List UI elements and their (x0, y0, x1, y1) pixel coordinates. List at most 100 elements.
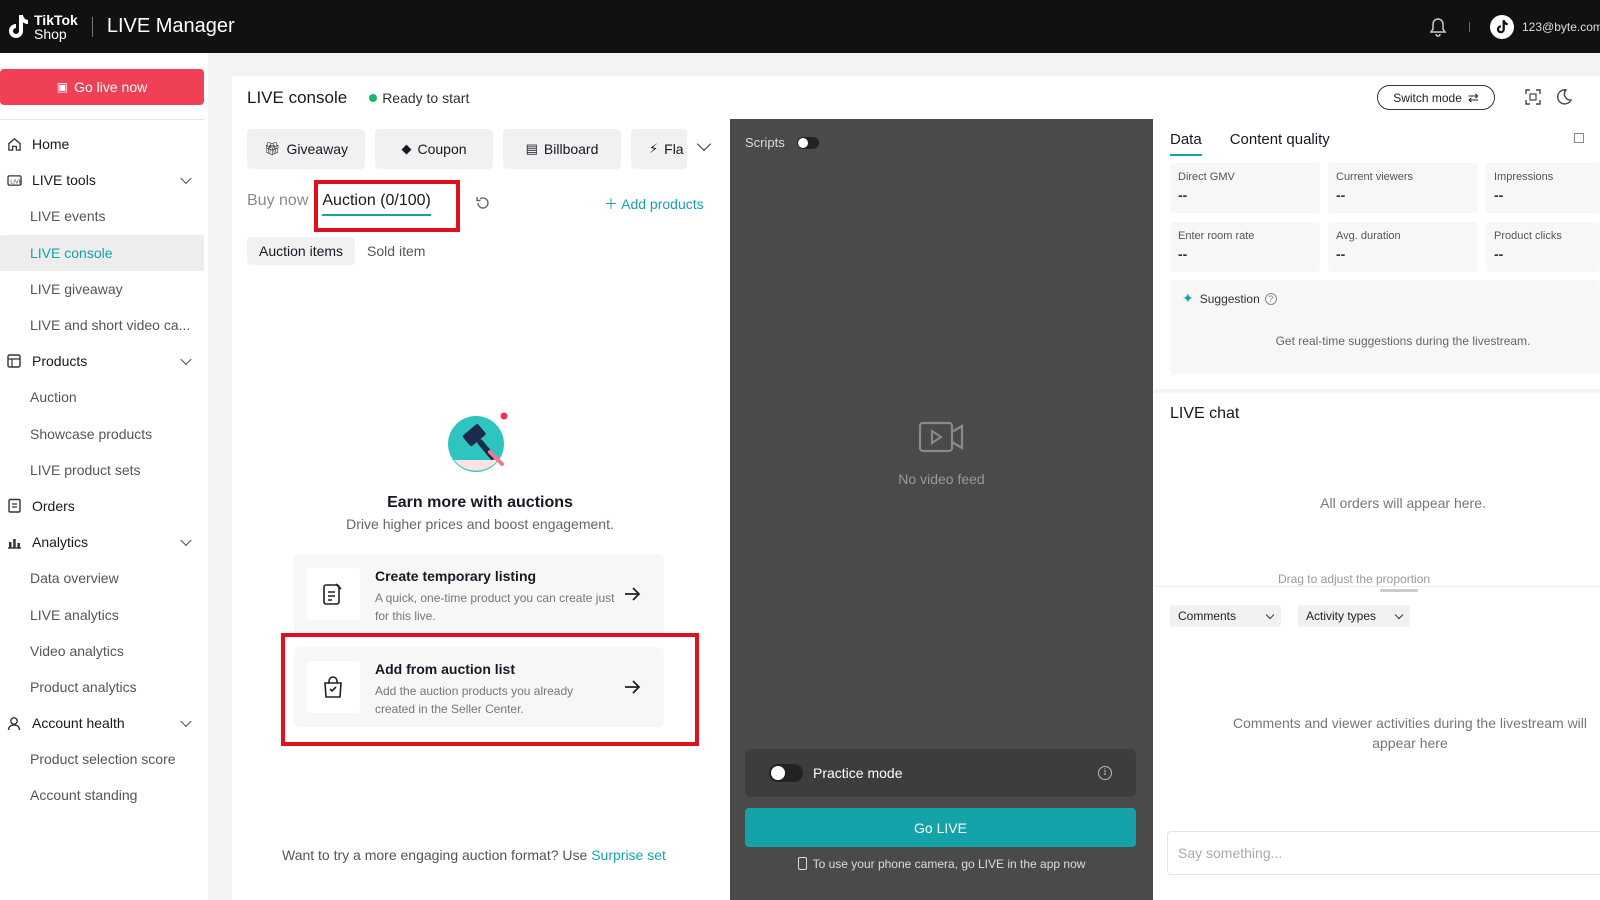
sidebar-item-live-events[interactable]: LIVE events (0, 198, 204, 234)
comments-empty-line-2: appear here (1372, 735, 1448, 751)
chevron-down-icon[interactable] (180, 534, 192, 547)
metric-current-viewers: Current viewers -- (1328, 163, 1478, 213)
sidebar-item-auction[interactable]: Auction (0, 379, 204, 415)
option-description: A quick, one-time product you can create… (375, 591, 615, 623)
sidebar-item-live-tools[interactable]: LIVE LIVE tools (0, 162, 204, 198)
sidebar-item-home[interactable]: Home (0, 126, 204, 162)
tiktok-shop-logo[interactable]: TikTok Shop (6, 13, 78, 41)
fullscreen-icon[interactable] (1525, 89, 1541, 105)
console-header: LIVE console Ready to start Switch mode … (232, 76, 1600, 120)
live-tools-row: 🎁︎ Giveaway ◆ Coupon ▤ Billboard ⚡︎ Fla (247, 129, 697, 169)
bell-icon[interactable] (1429, 17, 1447, 37)
sidebar-item-live-product-sets[interactable]: LIVE product sets (0, 452, 204, 488)
expand-icon[interactable] (1574, 133, 1584, 143)
metric-value: -- (1494, 246, 1504, 262)
switch-mode-button[interactable]: Switch mode ⇄ (1377, 85, 1495, 110)
live-tools-icon: LIVE (6, 172, 22, 188)
sidebar-item-live-console[interactable]: LIVE console (0, 234, 204, 271)
chevron-down-icon[interactable] (180, 353, 192, 366)
phone-note-text: To use your phone camera, go LIVE in the… (812, 857, 1086, 871)
sidebar-item-products[interactable]: Products (0, 343, 204, 379)
sidebar-item-live-short-video[interactable]: LIVE and short video ca... (0, 307, 204, 343)
chevron-down-icon[interactable] (180, 173, 192, 185)
auction-gavel-icon (448, 412, 508, 472)
empty-state-title: Earn more with auctions (387, 494, 573, 511)
avatar[interactable] (1490, 14, 1514, 39)
account-email[interactable]: 123@byte.com (1522, 20, 1600, 34)
sidebar-item-label: Video analytics (30, 642, 124, 659)
sidebar-item-live-analytics[interactable]: LIVE analytics (0, 596, 204, 632)
flash-sale-button[interactable]: ⚡︎ Fla (631, 129, 687, 169)
sidebar-item-product-selection-score[interactable]: Product selection score (0, 741, 204, 777)
billboard-button[interactable]: ▤ Billboard (503, 129, 621, 169)
sidebar-item-account-health[interactable]: Account health (0, 705, 204, 741)
metric-label: Product clicks (1494, 230, 1562, 242)
account-health-icon (6, 715, 22, 731)
sidebar-item-video-analytics[interactable]: Video analytics (0, 633, 204, 669)
go-live-button[interactable]: Go LIVE (745, 808, 1136, 847)
coupon-button[interactable]: ◆ Coupon (375, 129, 493, 169)
metric-value: -- (1494, 187, 1504, 203)
sidebar-item-live-giveaway[interactable]: LIVE giveaway (0, 271, 204, 307)
scripts-label: Scripts (745, 135, 785, 150)
tab-buy-now[interactable]: Buy now (247, 192, 308, 210)
panel-divider (1154, 389, 1600, 393)
status-dot-icon (369, 94, 378, 102)
drag-handle[interactable] (1380, 589, 1418, 592)
sidebar-item-label: LIVE console (30, 244, 113, 261)
metric-avg-duration: Avg. duration -- (1328, 222, 1478, 272)
highlight-box-add-from-auction-list (281, 633, 699, 746)
sidebar-item-product-analytics[interactable]: Product analytics (0, 669, 204, 705)
sidebar-item-showcase-products[interactable]: Showcase products (0, 416, 204, 452)
create-temporary-listing-card[interactable]: Create temporary listing A quick, one-ti… (294, 554, 664, 634)
brand-text: TikTok Shop (34, 13, 78, 41)
svg-text:LIVE: LIVE (10, 179, 22, 185)
surprise-set-link[interactable]: Surprise set (591, 847, 666, 863)
page-title: LIVE console (247, 88, 348, 107)
billboard-icon: ▤ (525, 141, 538, 156)
chevron-down-icon[interactable] (696, 136, 712, 152)
chevron-down-icon[interactable] (180, 715, 192, 728)
status-text: Ready to start (382, 90, 470, 106)
no-video-feed-text: No video feed (898, 471, 985, 487)
sidebar-item-account-standing[interactable]: Account standing (0, 777, 204, 813)
comments-empty-text: Comments and viewer activities during th… (1210, 713, 1600, 753)
sidebar-item-label: Products (32, 353, 88, 370)
tab-sold-item[interactable]: Sold item (355, 237, 437, 265)
tab-content-quality[interactable]: Content quality (1230, 131, 1330, 148)
option-title: Create temporary listing (375, 568, 537, 584)
chat-message-input[interactable] (1167, 831, 1600, 875)
lightning-icon: ⚡︎ (649, 141, 659, 156)
switch-mode-label: Switch mode (1393, 90, 1462, 105)
sidebar-item-analytics[interactable]: Analytics (0, 524, 204, 560)
sidebar-nav: Home LIVE LIVE tools LIVE events LIVE co… (0, 126, 208, 814)
theme-moon-icon[interactable] (1556, 89, 1572, 105)
arrow-right-icon[interactable] (622, 584, 642, 604)
go-live-now-button[interactable]: ▣ Go live now (0, 69, 204, 105)
sparkle-icon: ✦ (1182, 290, 1194, 306)
practice-mode-label: Practice mode (813, 765, 903, 781)
sidebar-item-orders[interactable]: Orders (0, 488, 204, 524)
tiktok-logo-icon (9, 14, 28, 38)
scripts-toggle[interactable] (796, 136, 819, 149)
info-icon[interactable]: i (1098, 766, 1112, 780)
tab-data[interactable]: Data (1170, 131, 1202, 156)
help-icon[interactable]: ? (1264, 292, 1277, 305)
activity-types-dropdown[interactable]: Activity types (1298, 605, 1410, 627)
coupon-icon: ◆ (401, 141, 412, 156)
sidebar-item-data-overview[interactable]: Data overview (0, 560, 204, 596)
add-products-button[interactable]: ＋ Add products (604, 194, 704, 214)
practice-mode-toggle[interactable] (769, 764, 803, 782)
brand-line-1: TikTok (34, 11, 78, 28)
sidebar-item-label: LIVE events (30, 208, 106, 225)
refresh-icon[interactable] (475, 195, 491, 211)
sidebar-item-label: Analytics (32, 534, 89, 551)
chevron-down-icon (1265, 610, 1275, 619)
comments-dropdown[interactable]: Comments (1170, 605, 1281, 627)
sidebar-item-label: LIVE analytics (30, 606, 119, 623)
giveaway-button[interactable]: 🎁︎ Giveaway (247, 129, 365, 169)
tab-auction-items[interactable]: Auction items (247, 237, 356, 265)
chevron-down-icon (1394, 610, 1404, 619)
metric-value: -- (1336, 246, 1346, 262)
suggestion-panel: ✦ Suggestion ? Get real-time suggestions… (1170, 280, 1600, 374)
